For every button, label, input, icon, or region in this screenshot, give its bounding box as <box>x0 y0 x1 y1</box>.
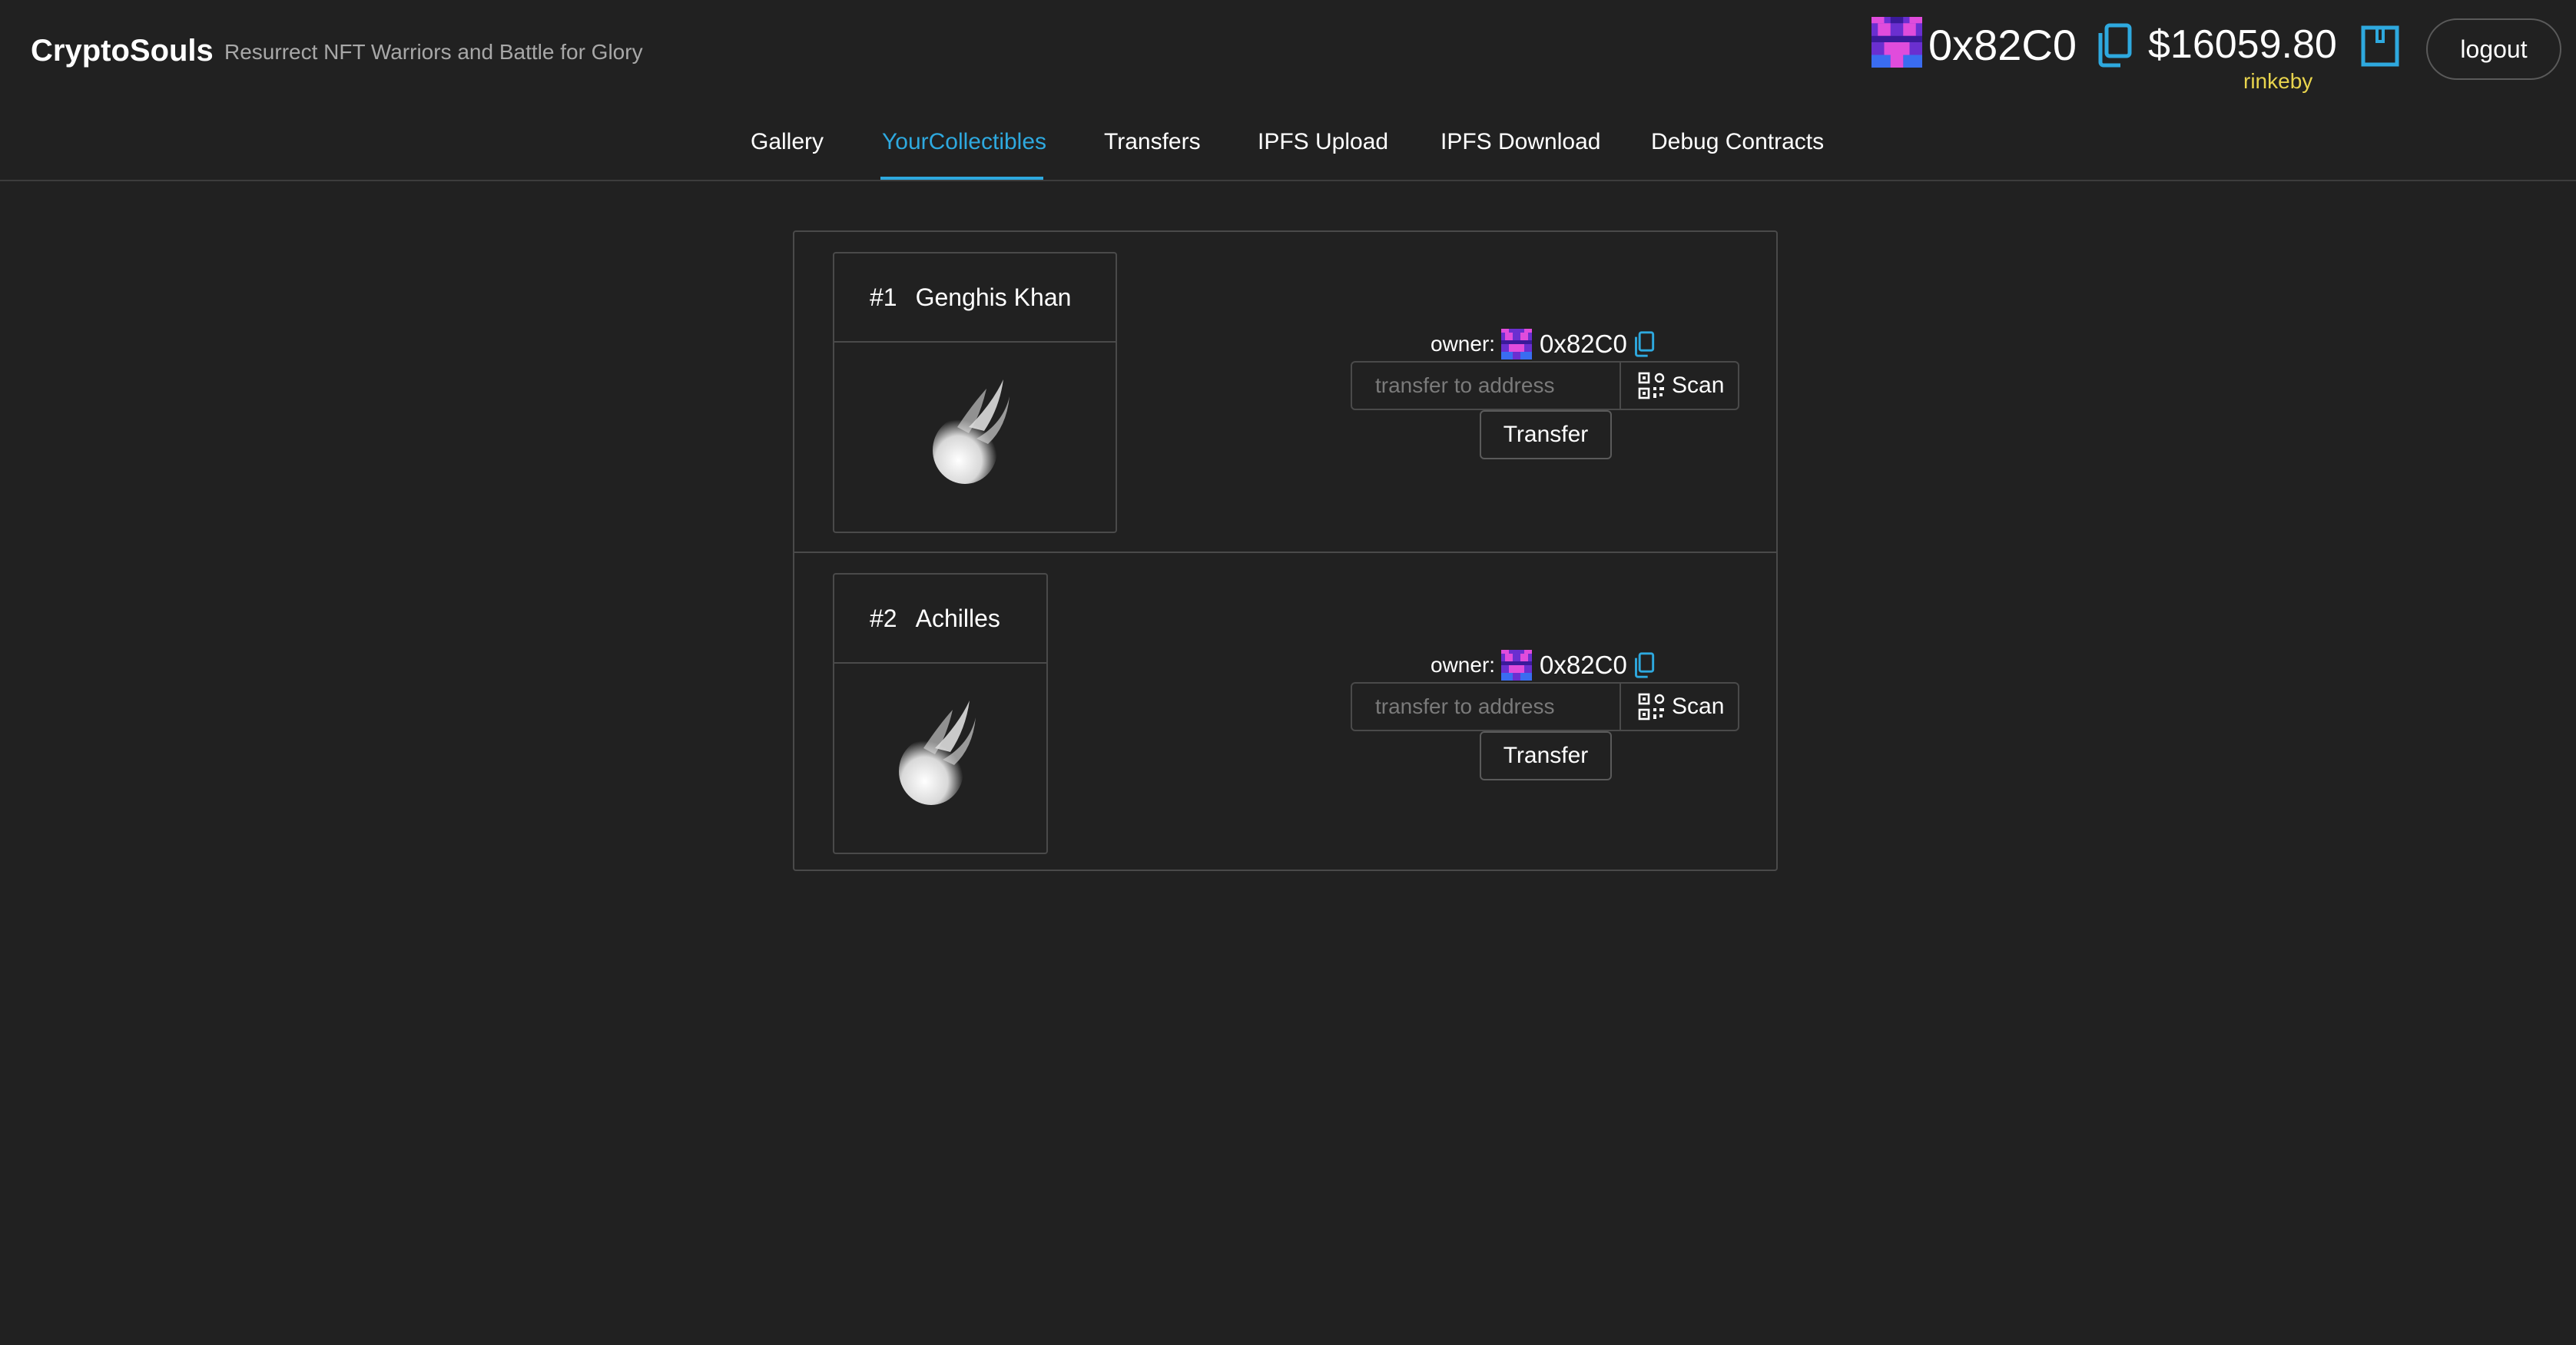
card-image-area <box>834 343 1116 532</box>
active-tab-indicator <box>880 177 1043 180</box>
collectible-card: #1 Genghis Khan <box>833 252 1117 533</box>
tab-gallery[interactable]: Gallery <box>751 129 824 155</box>
copy-icon[interactable] <box>2096 23 2133 68</box>
card-id: #1 <box>870 283 897 311</box>
main-nav: Gallery YourCollectibles Transfers IPFS … <box>0 108 2576 181</box>
transfer-button[interactable]: Transfer <box>1480 731 1612 780</box>
card-image-area <box>834 664 1046 853</box>
network-label: rinkeby <box>2243 69 2313 93</box>
copy-icon[interactable] <box>1633 652 1655 678</box>
transfer-address-input[interactable] <box>1351 361 1621 410</box>
soul-image <box>899 701 976 805</box>
account-address[interactable]: 0x82C0 <box>1928 20 2077 70</box>
card-name: Genghis Khan <box>915 283 1072 311</box>
card-name: Achilles <box>915 604 1000 632</box>
owner-address[interactable]: 0x82C0 <box>1540 651 1627 680</box>
scan-button[interactable]: Scan <box>1620 682 1739 731</box>
soul-image <box>933 379 1010 484</box>
owner-blockie-avatar <box>1501 329 1533 359</box>
tab-transfers[interactable]: Transfers <box>1104 129 1201 155</box>
app-title[interactable]: CryptoSouls <box>31 34 214 68</box>
card-title: #1 Genghis Khan <box>834 253 1116 343</box>
card-id: #2 <box>870 604 897 632</box>
account-blockie-avatar <box>1871 17 1922 68</box>
account-balance: $16059.80 <box>2148 22 2337 67</box>
scan-label: Scan <box>1672 373 1725 398</box>
owner-address[interactable]: 0x82C0 <box>1540 330 1627 359</box>
owner-info: owner: 0x82C0 <box>1431 650 1655 681</box>
collectible-card: #2 Achilles <box>833 573 1048 854</box>
owner-info: owner: 0x82C0 <box>1431 329 1655 359</box>
card-title: #2 Achilles <box>834 575 1046 664</box>
tab-ipfs-upload[interactable]: IPFS Upload <box>1258 129 1388 155</box>
transfer-address-input[interactable] <box>1351 682 1621 731</box>
owner-blockie-avatar <box>1501 650 1533 681</box>
qr-code-icon <box>1638 693 1665 721</box>
owner-label: owner: <box>1431 653 1496 677</box>
tab-debug-contracts[interactable]: Debug Contracts <box>1651 129 1824 155</box>
tab-ipfs-download[interactable]: IPFS Download <box>1441 129 1600 155</box>
qr-code-icon <box>1638 372 1665 399</box>
scan-label: Scan <box>1672 694 1725 719</box>
scan-button[interactable]: Scan <box>1620 361 1739 410</box>
tab-your-collectibles[interactable]: YourCollectibles <box>882 129 1046 155</box>
logout-button[interactable]: logout <box>2426 18 2561 80</box>
collectibles-list: #1 Genghis Khan owner: 0x82C0 transfer t… <box>793 230 1778 871</box>
app-tagline: Resurrect NFT Warriors and Battle for Gl… <box>224 40 643 64</box>
transfer-button[interactable]: Transfer <box>1480 410 1612 459</box>
header: CryptoSouls Resurrect NFT Warriors and B… <box>0 0 2576 100</box>
list-item: #1 Genghis Khan owner: 0x82C0 transfer t… <box>794 232 1776 552</box>
copy-icon[interactable] <box>1633 331 1655 357</box>
owner-label: owner: <box>1431 332 1496 356</box>
list-item: #2 Achilles owner: 0x82C0 transfer to ad… <box>794 552 1776 871</box>
wallet-icon[interactable] <box>2360 25 2400 68</box>
